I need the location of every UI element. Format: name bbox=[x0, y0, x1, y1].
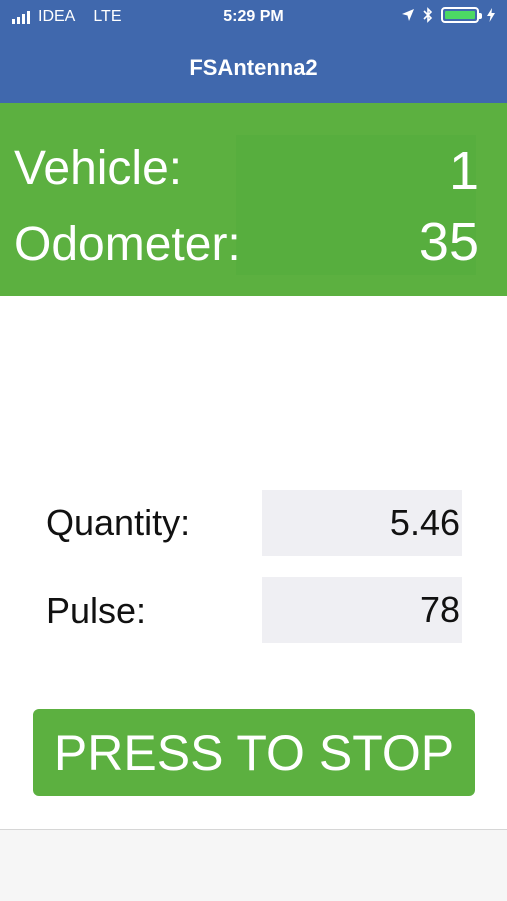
pulse-label: Pulse: bbox=[46, 590, 147, 631]
status-bar: IDEA LTE 5:29 PM bbox=[0, 0, 507, 36]
press-to-stop-button[interactable]: PRESS TO STOP bbox=[33, 709, 475, 796]
navigation-bar: IDEA LTE 5:29 PM FSAntenna2 bbox=[0, 0, 507, 103]
odometer-value: 35 bbox=[418, 212, 479, 272]
status-right bbox=[401, 7, 495, 23]
battery-icon bbox=[441, 7, 482, 23]
odometer-label: Odometer: bbox=[14, 218, 241, 271]
vehicle-panel: Vehicle: 1 Odometer: 35 bbox=[0, 103, 507, 296]
location-arrow-icon bbox=[402, 9, 414, 21]
bottom-toolbar bbox=[0, 829, 507, 901]
page-title: FSAntenna2 bbox=[189, 55, 318, 80]
vehicle-value: 1 bbox=[448, 141, 479, 201]
pulse-field: 78 bbox=[262, 577, 462, 643]
charging-bolt-icon bbox=[487, 8, 495, 22]
vehicle-label: Vehicle: bbox=[14, 142, 183, 195]
bluetooth-icon bbox=[423, 7, 433, 23]
quantity-field: 5.46 bbox=[262, 490, 462, 556]
quantity-label: Quantity: bbox=[46, 502, 191, 543]
